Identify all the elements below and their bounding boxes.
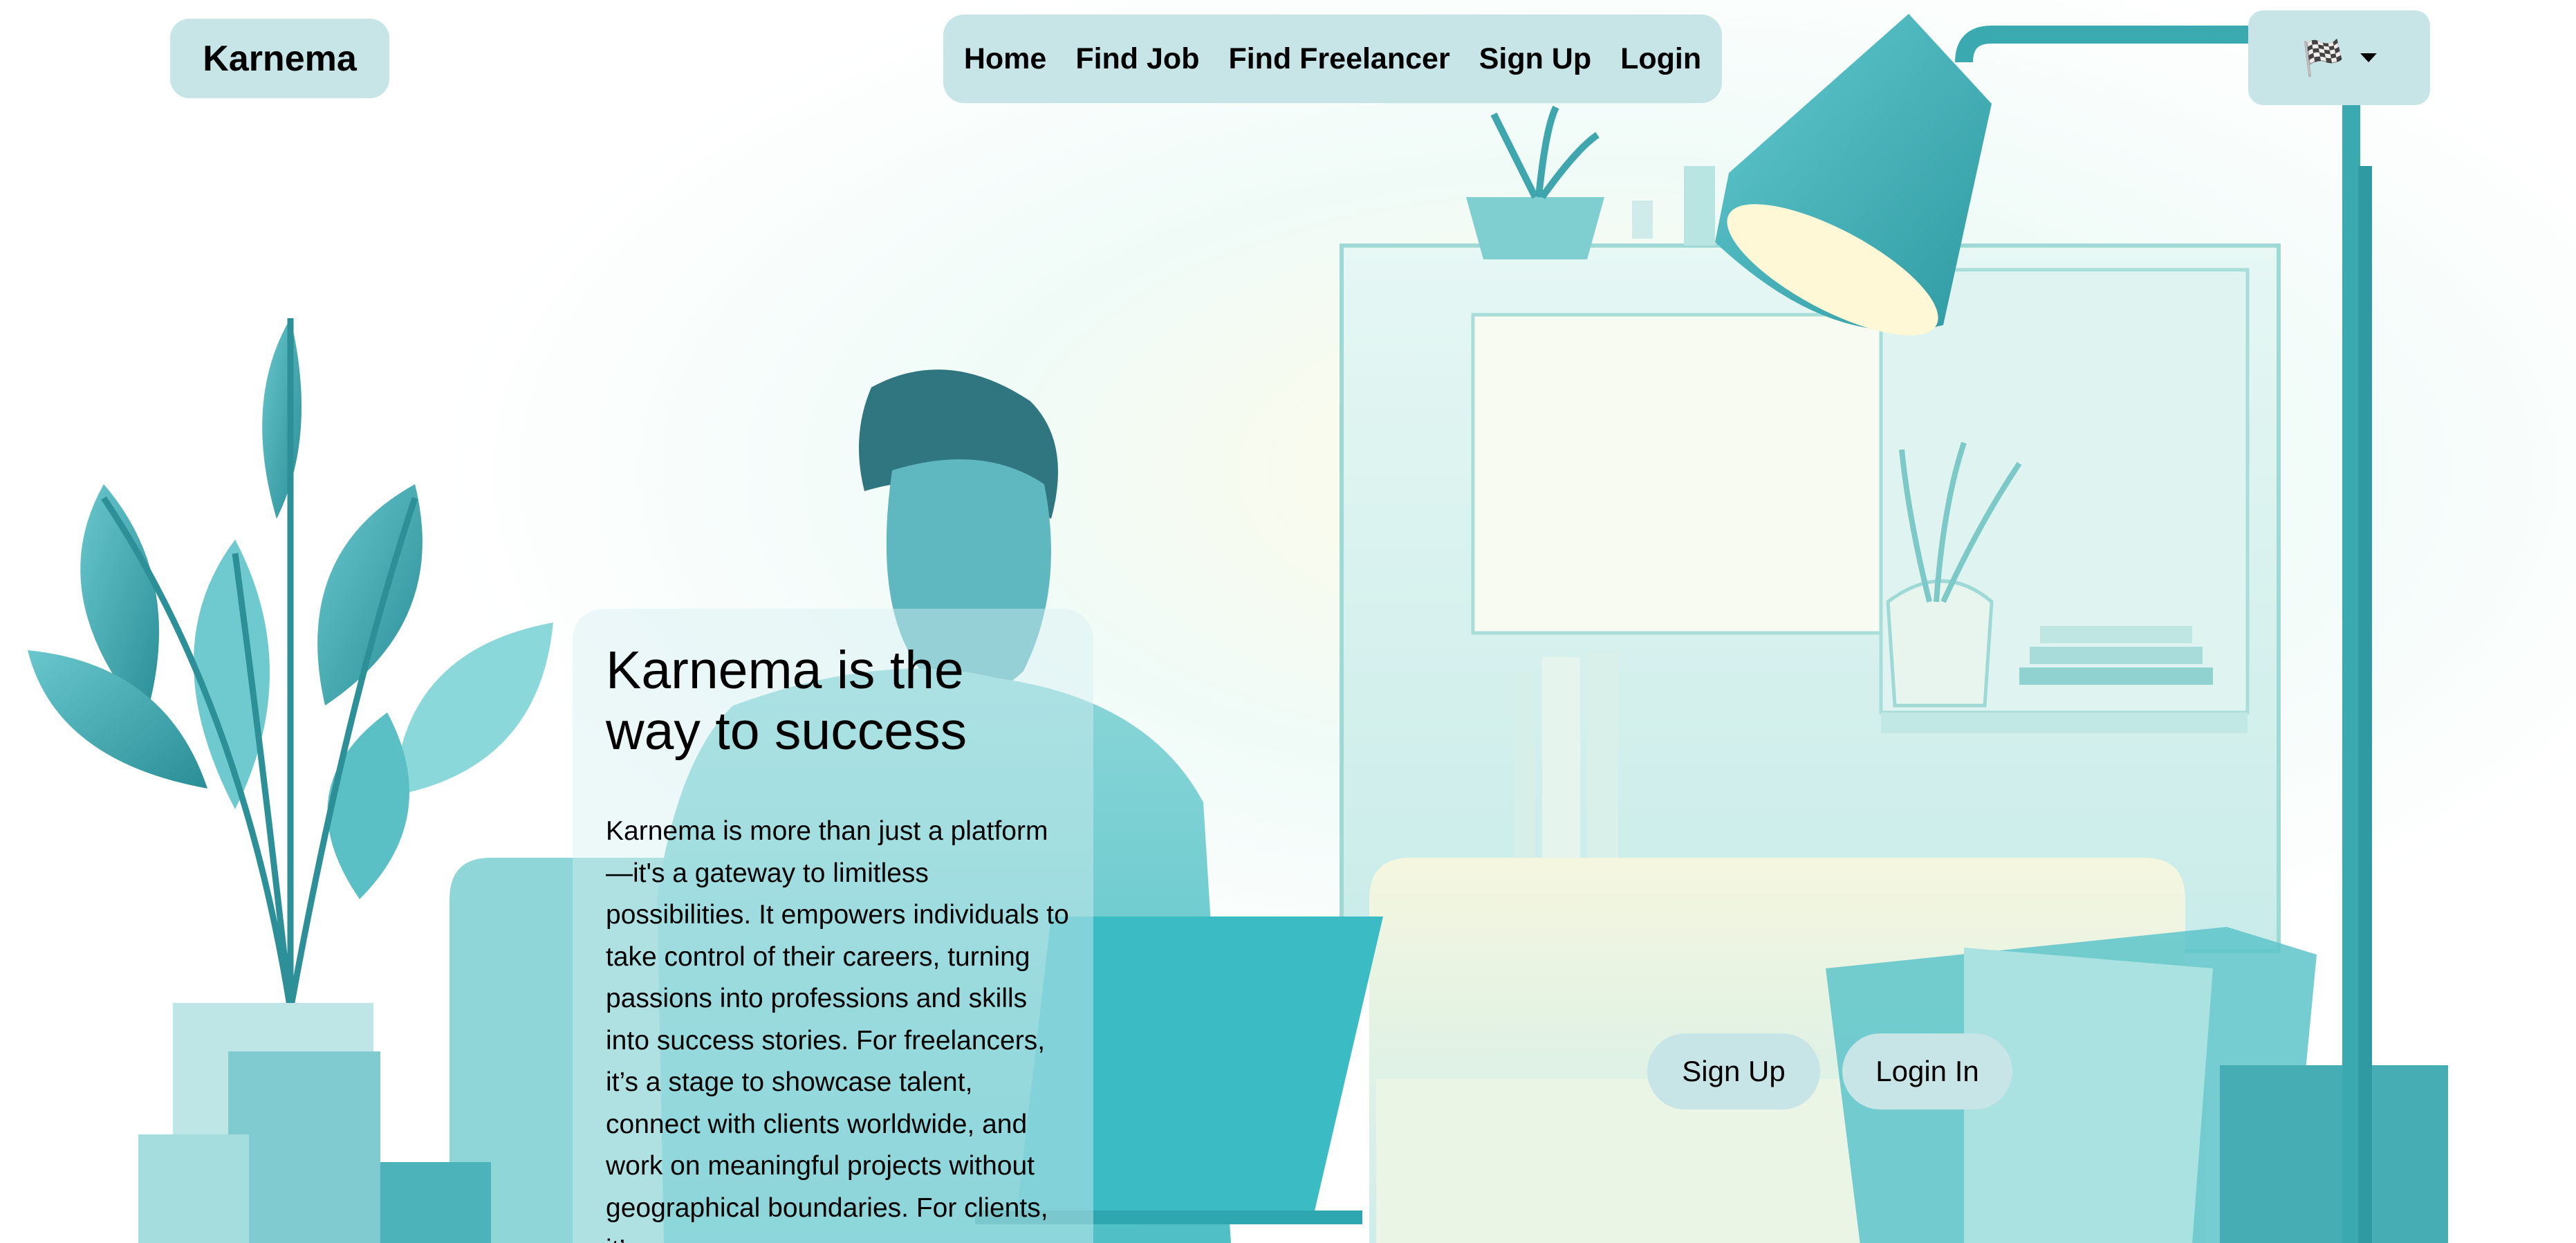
language-dropdown[interactable]: 🏁 — [2248, 10, 2430, 105]
landing-page: Karnema Home Find Job Find Freelancer Si… — [0, 0, 2576, 1243]
flag-icon: 🏁 — [2301, 38, 2345, 77]
brand-name: Karnema — [203, 38, 357, 79]
chevron-down-icon — [2360, 53, 2377, 62]
nav-find-freelancer-link[interactable]: Find Freelancer — [1228, 42, 1449, 76]
sign-up-button[interactable]: Sign Up — [1647, 1033, 1820, 1110]
login-button[interactable]: Login In — [1842, 1033, 2012, 1110]
hero-title: Karnema is the way to success — [606, 641, 967, 761]
brand-logo[interactable]: Karnema — [170, 19, 389, 98]
main-nav: Home Find Job Find Freelancer Sign Up Lo… — [943, 15, 1722, 103]
hero-illustration — [0, 0, 2576, 1243]
hero-description: Karnema is more than just a platform—it'… — [606, 816, 1069, 1243]
nav-find-job-link[interactable]: Find Job — [1075, 42, 1199, 76]
nav-login-link[interactable]: Login — [1620, 42, 1701, 76]
nav-sign-up-link[interactable]: Sign Up — [1479, 42, 1591, 76]
nav-home-link[interactable]: Home — [964, 42, 1046, 76]
